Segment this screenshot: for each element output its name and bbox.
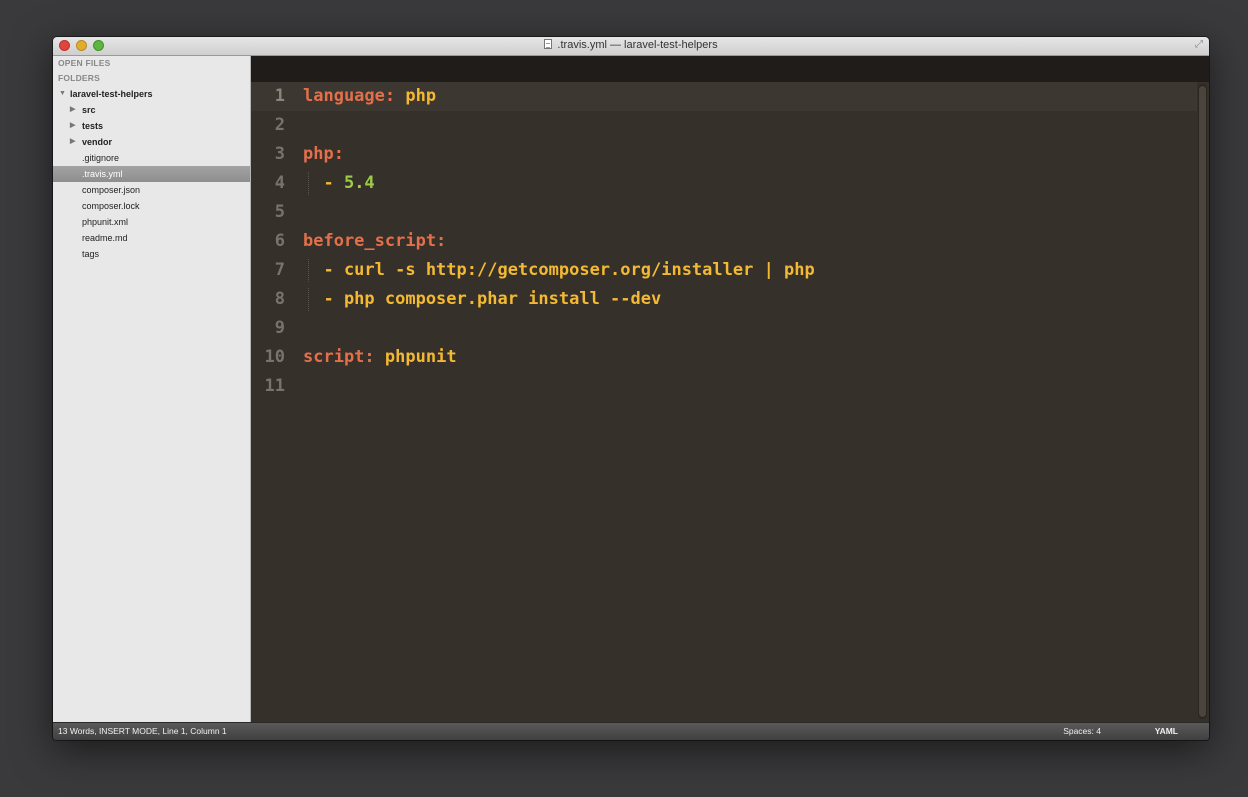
line-content: language: php — [303, 82, 436, 111]
code-line[interactable]: 5 — [251, 198, 1197, 227]
code-area[interactable]: 1 language: php 2 3 php: 4 - 5.4 5 6 before_scri… — [251, 82, 1197, 723]
code-line[interactable]: 10 script: phpunit — [251, 343, 1197, 372]
folder-label: src — [82, 105, 96, 115]
code-line[interactable]: 9 — [251, 314, 1197, 343]
editor-pane[interactable]: 1 language: php 2 3 php: 4 - 5.4 5 6 before_scri… — [251, 56, 1209, 723]
line-number: 7 — [274, 260, 285, 280]
sidebar: OPEN FILES FOLDERS ▼ laravel-test-helper… — [53, 56, 251, 723]
code-line[interactable]: 3 php: — [251, 140, 1197, 169]
disclosure-closed-icon[interactable]: ▶ — [70, 102, 75, 118]
status-bar: 13 Words, INSERT MODE, Line 1, Column 1 … — [53, 722, 1209, 740]
line-content: - 5.4 — [303, 169, 375, 198]
indent-guide — [308, 172, 309, 195]
indentation-selector[interactable]: Spaces: 4 — [1063, 723, 1101, 739]
folder-src[interactable]: ▶ src — [53, 102, 250, 118]
file-label: .travis.yml — [82, 169, 123, 179]
code-line[interactable]: 6 before_script: — [251, 227, 1197, 256]
status-text: 13 Words, INSERT MODE, Line 1, Column 1 — [58, 726, 227, 736]
tab-bar — [251, 56, 1209, 82]
fullscreen-icon[interactable]: ⤢ — [1195, 39, 1203, 50]
code-token: 5.4 — [343, 173, 375, 193]
code-line[interactable]: 4 - 5.4 — [251, 169, 1197, 198]
file-item[interactable]: composer.lock — [53, 198, 250, 214]
scrollbar-thumb[interactable] — [1199, 86, 1206, 717]
code-line[interactable]: 11 — [251, 372, 1197, 401]
code-line[interactable]: 2 — [251, 111, 1197, 140]
code-token: before_script: — [303, 231, 447, 251]
line-content: script: phpunit — [303, 343, 457, 372]
folder-label: tests — [82, 121, 104, 131]
folder-tests[interactable]: ▶ tests — [53, 118, 250, 134]
disclosure-closed-icon[interactable]: ▶ — [70, 134, 75, 150]
line-number: 6 — [274, 231, 285, 251]
open-files-header[interactable]: OPEN FILES — [53, 56, 250, 71]
line-number: 3 — [274, 144, 285, 164]
file-label: composer.lock — [82, 201, 140, 211]
code-token: script: — [303, 347, 375, 367]
file-item[interactable]: .travis.yml — [53, 166, 250, 182]
file-item[interactable]: tags — [53, 246, 250, 262]
code-token: language: — [303, 86, 396, 106]
file-label: .gitignore — [82, 153, 120, 163]
code-line[interactable]: 7 - curl -s http://getcomposer.org/insta… — [251, 256, 1197, 285]
line-number: 5 — [274, 202, 285, 222]
window-title: .travis.yml — laravel-test-helpers — [557, 39, 718, 51]
file-item[interactable]: composer.json — [53, 182, 250, 198]
file-tree: ▶ src ▶ tests ▶ vendor .gitignore .travis.yml co… — [53, 102, 250, 262]
indent-guide — [308, 259, 309, 282]
editor-window: .travis.yml — laravel-test-helpers ⤢ OPE… — [53, 37, 1209, 740]
folder-vendor[interactable]: ▶ vendor — [53, 134, 250, 150]
disclosure-open-icon[interactable]: ▼ — [59, 86, 66, 102]
syntax-selector[interactable]: YAML — [1155, 723, 1178, 739]
disclosure-closed-icon[interactable]: ▶ — [70, 118, 75, 134]
code-token: - curl -s http://getcomposer.org/install… — [303, 260, 815, 280]
code-token: - php composer.phar install --dev — [303, 289, 662, 309]
line-number: 1 — [274, 86, 285, 106]
line-number: 9 — [274, 318, 285, 338]
code-token: phpunit — [384, 347, 457, 367]
folder-label: vendor — [82, 137, 113, 147]
line-content: - php composer.phar install --dev — [303, 285, 661, 314]
folders-header: FOLDERS — [58, 73, 101, 83]
file-item[interactable]: phpunit.xml — [53, 214, 250, 230]
file-label: tags — [82, 249, 100, 259]
title-bar: .travis.yml — laravel-test-helpers ⤢ — [53, 37, 1209, 56]
line-number: 11 — [264, 376, 285, 396]
code-token: php — [405, 86, 437, 106]
line-content: php: — [303, 140, 344, 169]
file-item[interactable]: .gitignore — [53, 150, 250, 166]
code-line[interactable]: 1 language: php — [251, 82, 1197, 111]
line-number: 4 — [274, 173, 285, 193]
line-content: - curl -s http://getcomposer.org/install… — [303, 256, 815, 285]
window-title-area: .travis.yml — laravel-test-helpers — [53, 39, 1209, 51]
file-label: readme.md — [82, 233, 128, 243]
file-label: phpunit.xml — [82, 217, 129, 227]
indent-guide — [308, 288, 309, 311]
file-item[interactable]: readme.md — [53, 230, 250, 246]
line-content: before_script: — [303, 227, 446, 256]
line-number: 2 — [274, 115, 285, 135]
code-token: - — [303, 173, 344, 193]
code-line[interactable]: 8 - php composer.phar install --dev — [251, 285, 1197, 314]
line-number: 10 — [264, 347, 285, 367]
line-number: 8 — [274, 289, 285, 309]
folder-root[interactable]: ▼ laravel-test-helpers — [53, 86, 250, 102]
code-token: php: — [303, 144, 344, 164]
folder-root-label: laravel-test-helpers — [70, 89, 153, 99]
file-label: composer.json — [82, 185, 141, 195]
document-icon — [544, 39, 553, 49]
